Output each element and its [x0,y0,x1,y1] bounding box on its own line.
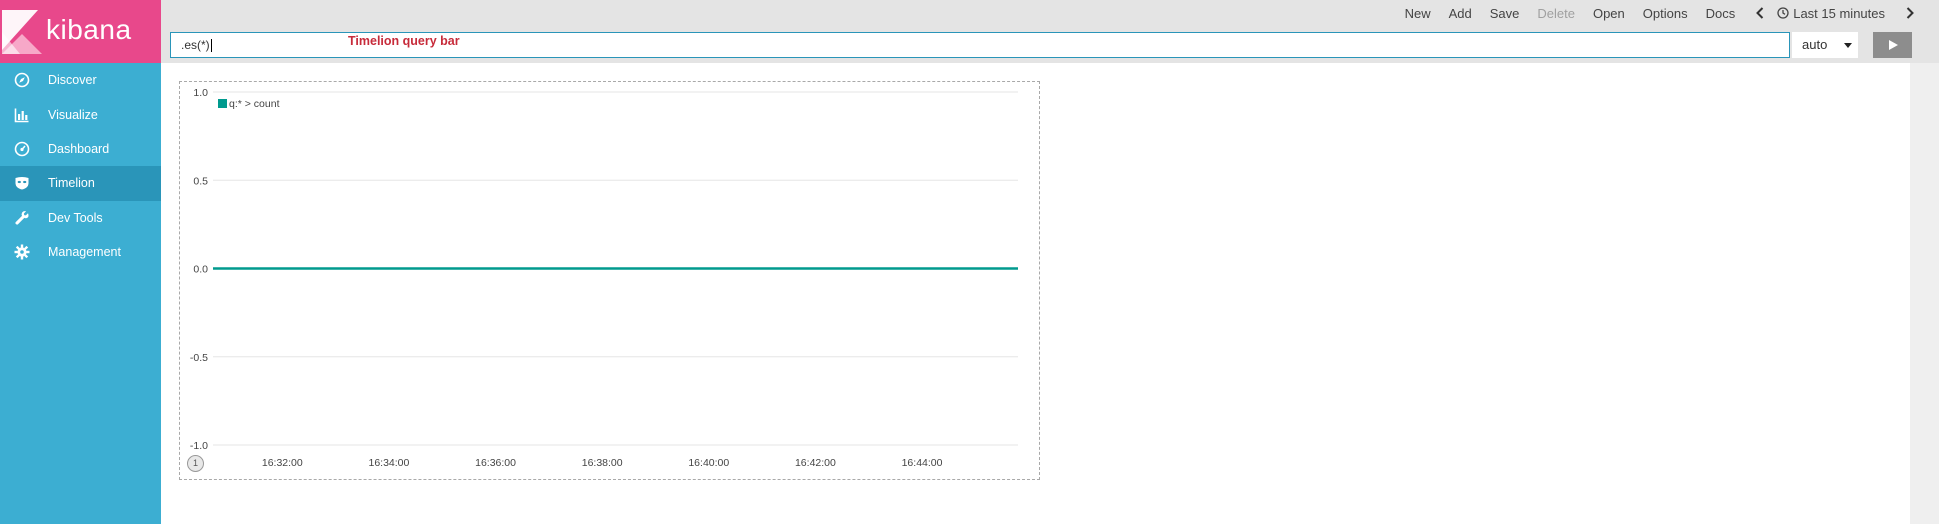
x-tick-label: 16:36:00 [475,457,516,469]
kibana-logo-icon [2,10,42,54]
sidebar-item-label: Visualize [48,107,98,122]
kibana-logo[interactable]: kibana [0,0,161,63]
y-tick-label: 0.5 [193,175,208,187]
x-tick-label: 16:40:00 [688,457,729,469]
sidebar-item-timelion[interactable]: Timelion [0,166,161,201]
y-tick-label: -1.0 [190,440,208,452]
x-tick-label: 16:44:00 [902,457,943,469]
x-tick-label: 16:42:00 [795,457,836,469]
x-tick-label: 16:34:00 [368,457,409,469]
interval-select[interactable]: auto [1792,32,1858,58]
save-button[interactable]: Save [1490,6,1520,21]
kibana-wordmark: kibana [46,14,132,45]
legend-swatch [218,99,227,108]
query-expression: .es(*) [181,38,210,52]
caret-down-icon [1844,43,1852,48]
docs-button[interactable]: Docs [1706,6,1736,21]
time-forward-chevron-right-icon[interactable] [1905,6,1915,20]
add-button[interactable]: Add [1449,6,1472,21]
sidebar-item-label: Management [48,245,121,260]
y-tick-label: 0.0 [193,264,208,276]
sidebar-item-dev-tools[interactable]: Dev Tools [0,201,161,235]
kibana-app: kibana Discover Visualize Dashboard Time… [0,0,1939,524]
dashboard-gauge-icon [14,141,30,157]
time-picker[interactable]: Last 15 minutes [1777,6,1885,21]
legend-label: q:* > count [229,98,280,110]
sidebar-item-label: Dev Tools [48,210,103,225]
query-bar-annotation: Timelion query bar [348,34,460,48]
bar-chart-icon [14,107,30,123]
sidebar-item-discover[interactable]: Discover [0,63,161,97]
y-tick-label: -0.5 [190,352,208,364]
wrench-icon [14,210,30,226]
clock-icon [1777,7,1789,19]
timelion-chart: 1.0 0.5 0.0 -0.5 -1.0 16:32:00 16:34:00 16:36:0… [190,87,1018,469]
sidebar: kibana Discover Visualize Dashboard Time… [0,0,161,524]
scrollbar-track[interactable] [1910,63,1939,524]
delete-button[interactable]: Delete [1537,6,1575,21]
sidebar-item-label: Discover [48,73,97,88]
sidebar-item-visualize[interactable]: Visualize [0,97,161,131]
timelion-chart-panel[interactable]: 1.0 0.5 0.0 -0.5 -1.0 16:32:00 16:34:00 16:36:0… [179,81,1040,480]
x-tick-label: 16:38:00 [582,457,623,469]
sidebar-item-dashboard[interactable]: Dashboard [0,132,161,166]
new-button[interactable]: New [1405,6,1431,21]
sidebar-item-label: Timelion [48,176,95,191]
time-range-label: Last 15 minutes [1793,5,1885,21]
text-caret [210,39,212,53]
run-query-button[interactable] [1873,32,1912,58]
sidebar-nav: Discover Visualize Dashboard Timelion De… [0,63,161,269]
panel-number-badge: 1 [187,455,204,472]
y-tick-label: 1.0 [193,87,208,99]
gear-icon [14,244,30,260]
sidebar-item-management[interactable]: Management [0,235,161,269]
timelion-mask-icon [14,175,30,191]
time-back-chevron-left-icon[interactable] [1755,6,1765,20]
play-icon [1888,40,1898,50]
open-button[interactable]: Open [1593,6,1625,21]
sidebar-item-label: Dashboard [48,141,110,156]
top-menu: New Add Save Delete Open Options Docs La… [1387,4,1915,22]
compass-icon [14,72,30,88]
options-button[interactable]: Options [1643,6,1688,21]
interval-value: auto [1802,37,1828,52]
x-tick-label: 16:32:00 [262,457,303,469]
